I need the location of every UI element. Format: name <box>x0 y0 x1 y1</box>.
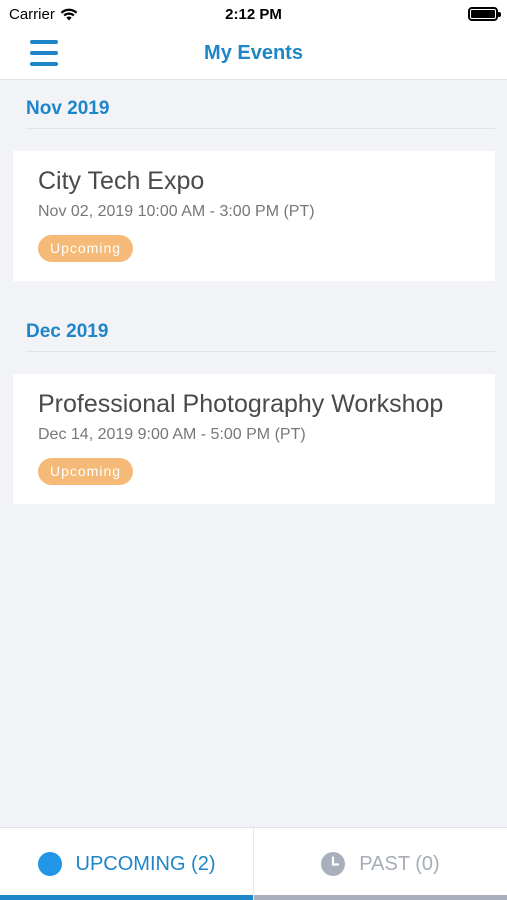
clock-icon <box>321 852 346 876</box>
tab-past[interactable]: PAST (0) <box>254 828 507 900</box>
events-list: Nov 2019 City Tech Expo Nov 02, 2019 10:… <box>0 80 507 504</box>
hamburger-menu-icon[interactable] <box>30 40 58 66</box>
event-time: Nov 02, 2019 10:00 AM - 3:00 PM (PT) <box>38 203 315 220</box>
month-header-nov-2019: Nov 2019 <box>26 80 495 129</box>
status-badge: Upcoming <box>38 235 134 262</box>
tab-past-label: PAST (0) <box>359 852 440 875</box>
bottom-tab-bar: UPCOMING (2) PAST (0) <box>0 827 507 900</box>
battery-icon <box>468 7 501 21</box>
event-title: Professional Photography Workshop <box>38 390 444 418</box>
navigation-bar: My Events <box>0 28 507 80</box>
tab-upcoming-label: UPCOMING (2) <box>75 852 216 875</box>
month-header-dec-2019: Dec 2019 <box>26 303 495 352</box>
status-bar: Carrier 2:12 PM <box>0 0 507 28</box>
status-badge: Upcoming <box>38 458 134 485</box>
wifi-icon <box>60 8 78 20</box>
event-time: Dec 14, 2019 9:00 AM - 5:00 PM (PT) <box>38 426 306 443</box>
event-card[interactable]: City Tech Expo Nov 02, 2019 10:00 AM - 3… <box>13 151 495 281</box>
carrier-label: Carrier <box>9 5 55 23</box>
tab-upcoming[interactable]: UPCOMING (2) <box>0 828 254 900</box>
tab-indicator-active <box>0 895 253 900</box>
event-title: City Tech Expo <box>38 167 205 195</box>
battery-fill <box>471 10 495 18</box>
event-card[interactable]: Professional Photography Workshop Dec 14… <box>13 374 495 504</box>
dot-icon <box>37 852 62 876</box>
carrier-info: Carrier <box>9 6 78 23</box>
tab-indicator-inactive <box>254 895 507 900</box>
page-title: My Events <box>204 42 303 64</box>
